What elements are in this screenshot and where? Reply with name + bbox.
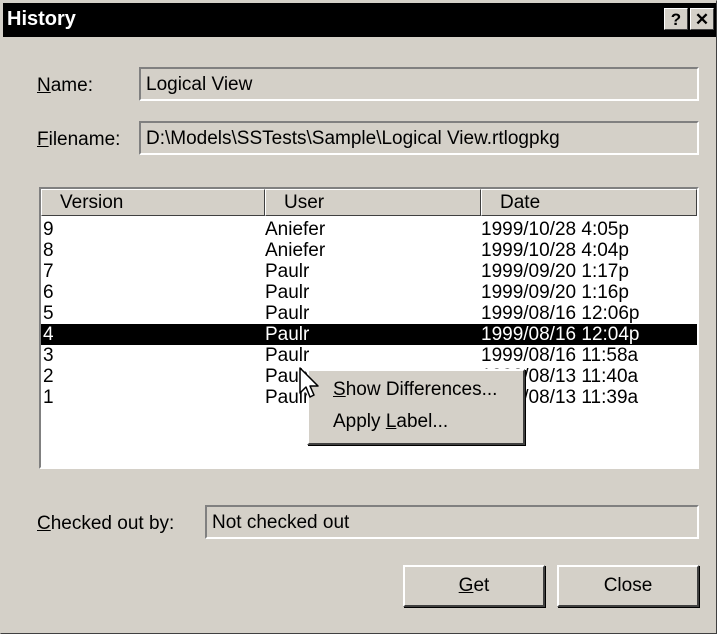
- menu-item-show-differences[interactable]: Show Differences...: [333, 379, 497, 401]
- checked-out-label: Checked out by:: [37, 513, 175, 534]
- menu-item-apply-label[interactable]: Apply Label...: [333, 411, 448, 433]
- get-button[interactable]: Get: [403, 565, 545, 607]
- column-header-version[interactable]: Version: [41, 189, 265, 216]
- filename-label: Filename:: [37, 129, 121, 150]
- context-menu: Show Differences... Apply Label...: [307, 369, 525, 445]
- name-field[interactable]: Logical View: [139, 67, 699, 101]
- filename-field[interactable]: D:\Models\SSTests\Sample\Logical View.rt…: [139, 121, 699, 155]
- name-label: Name:: [37, 75, 93, 96]
- table-row-selected[interactable]: 4 Paulr 1999/08/16 12:04p: [41, 324, 697, 345]
- table-row[interactable]: 5 Paulr 1999/08/16 12:06p: [41, 303, 697, 324]
- table-row[interactable]: 7 Paulr 1999/09/20 1:17p: [41, 261, 697, 282]
- column-header-user[interactable]: User: [265, 189, 481, 216]
- checked-out-field[interactable]: Not checked out: [205, 505, 699, 539]
- history-dialog: History ? ✕ Name: Logical View Filename:…: [0, 0, 717, 634]
- dialog-title: History: [7, 8, 76, 30]
- mouse-pointer-icon: [299, 367, 319, 398]
- help-button[interactable]: ?: [664, 8, 688, 30]
- close-icon[interactable]: ✕: [690, 8, 714, 30]
- title-bar[interactable]: History ? ✕: [3, 3, 716, 37]
- table-row[interactable]: 9 Aniefer 1999/10/28 4:05p: [41, 219, 697, 240]
- table-row[interactable]: 6 Paulr 1999/09/20 1:16p: [41, 282, 697, 303]
- close-button[interactable]: Close: [557, 565, 699, 607]
- column-header-date[interactable]: Date: [481, 189, 697, 216]
- table-row[interactable]: 3 Paulr 1999/08/16 11:58a: [41, 345, 697, 366]
- table-row[interactable]: 8 Aniefer 1999/10/28 4:04p: [41, 240, 697, 261]
